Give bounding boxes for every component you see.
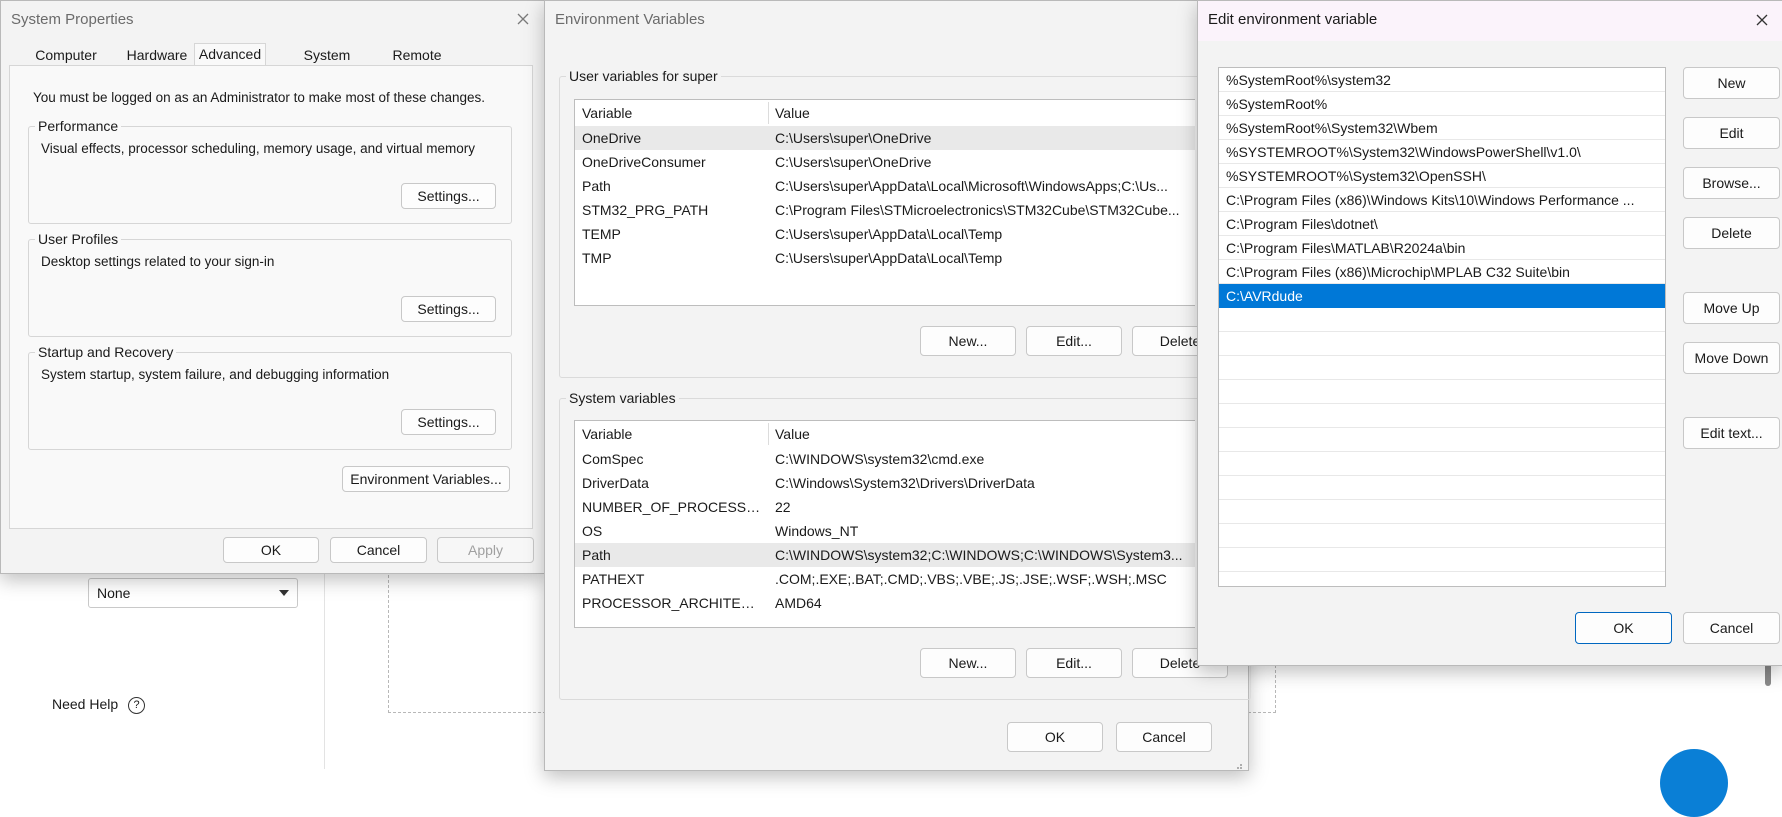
need-help-link[interactable]: Need Help ? <box>52 694 146 714</box>
list-item[interactable]: %SystemRoot%\system32 <box>1219 68 1665 92</box>
system-properties-window: System Properties Computer Name Hardware… <box>0 0 545 574</box>
header-separator <box>768 423 769 445</box>
tab-hardware[interactable]: Hardware <box>124 45 190 65</box>
table-row[interactable]: PROCESSOR_ARCHITECTU... AMD64 <box>575 591 1195 615</box>
performance-label: Performance <box>35 118 122 134</box>
list-item[interactable]: C:\Program Files (x86)\Microchip\MPLAB C… <box>1219 260 1665 284</box>
table-row[interactable]: Path C:\Users\super\AppData\Local\Microso… <box>575 174 1195 198</box>
table-row[interactable]: OneDriveConsumer C:\Users\super\OneDrive <box>575 150 1195 174</box>
browse-button[interactable]: Browse... <box>1683 167 1780 199</box>
list-item-selected[interactable]: C:\AVRdude <box>1219 284 1665 308</box>
table-row[interactable]: ComSpec C:\WINDOWS\system32\cmd.exe <box>575 447 1195 471</box>
edit-environment-variable-window: Edit environment variable %SystemRoot%\s… <box>1197 0 1782 666</box>
path-entries-list[interactable]: %SystemRoot%\system32 %SystemRoot% %Syst… <box>1218 67 1666 587</box>
startup-recovery-label: Startup and Recovery <box>35 344 177 360</box>
list-header: Variable Value <box>575 100 1195 126</box>
column-variable-header[interactable]: Variable <box>582 100 762 126</box>
move-down-button[interactable]: Move Down <box>1683 342 1780 374</box>
user-profiles-group: User Profiles Desktop settings related t… <box>28 231 512 337</box>
table-row[interactable]: OS Windows_NT <box>575 519 1195 543</box>
list-header: Variable Value <box>575 421 1195 447</box>
chevron-down-icon <box>279 590 289 596</box>
cancel-button[interactable]: Cancel <box>330 537 427 563</box>
new-button[interactable]: New <box>1683 67 1780 99</box>
background-divider <box>324 560 325 769</box>
ok-button[interactable]: OK <box>1007 722 1103 752</box>
help-icon: ? <box>128 696 146 714</box>
table-row[interactable]: Path C:\WINDOWS\system32;C:\WINDOWS;C:\WI… <box>575 543 1195 567</box>
table-row[interactable]: DriverData C:\Windows\System32\Drivers\Dr… <box>575 471 1195 495</box>
column-value-header[interactable]: Value <box>775 421 1175 447</box>
tab-system-protection[interactable]: System Protection <box>271 45 383 83</box>
table-row[interactable]: OneDrive C:\Users\super\OneDrive <box>575 126 1195 150</box>
resize-grip-icon[interactable] <box>1233 757 1243 769</box>
user-profiles-desc: Desktop settings related to your sign-in <box>41 254 275 269</box>
startup-recovery-settings-button[interactable]: Settings... <box>401 409 496 435</box>
column-value-header[interactable]: Value <box>775 100 1175 126</box>
window-title: Environment Variables <box>555 11 705 28</box>
list-item[interactable]: C:\Program Files\dotnet\ <box>1219 212 1665 236</box>
cancel-button[interactable]: Cancel <box>1116 722 1212 752</box>
table-row[interactable]: TMP C:\Users\super\AppData\Local\Temp <box>575 246 1195 270</box>
ok-button[interactable]: OK <box>223 537 319 563</box>
user-new-button[interactable]: New... <box>920 326 1016 356</box>
edit-text-button[interactable]: Edit text... <box>1683 417 1780 449</box>
performance-desc: Visual effects, processor scheduling, me… <box>41 141 475 156</box>
environment-variables-button[interactable]: Environment Variables... <box>342 466 510 492</box>
list-item[interactable]: %SystemRoot%\System32\Wbem <box>1219 116 1665 140</box>
need-help-label: Need Help <box>52 696 119 712</box>
close-icon[interactable] <box>515 11 531 27</box>
user-variables-group: User variables for super Variable Value … <box>559 68 1251 378</box>
dropdown-value: None <box>97 585 131 601</box>
close-icon[interactable] <box>1754 12 1770 28</box>
table-row[interactable]: PATHEXT .COM;.EXE;.BAT;.CMD;.VBS;.VBE;.JS… <box>575 567 1195 591</box>
tab-panel: You must be logged on as an Administrato… <box>9 65 533 529</box>
window-title: Edit environment variable <box>1208 11 1378 28</box>
table-row[interactable]: TEMP C:\Users\super\AppData\Local\Temp <box>575 222 1195 246</box>
background-fab[interactable] <box>1660 749 1728 817</box>
user-edit-button[interactable]: Edit... <box>1026 326 1122 356</box>
header-separator <box>768 102 769 124</box>
system-variables-label: System variables <box>566 390 679 406</box>
system-new-button[interactable]: New... <box>920 648 1016 678</box>
system-edit-button[interactable]: Edit... <box>1026 648 1122 678</box>
environment-variables-window: Environment Variables User variables for… <box>544 0 1251 771</box>
user-profiles-settings-button[interactable]: Settings... <box>401 296 496 322</box>
apply-button[interactable]: Apply <box>437 537 534 563</box>
list-item[interactable]: C:\Program Files (x86)\Windows Kits\10\W… <box>1219 188 1665 212</box>
startup-recovery-group: Startup and Recovery System startup, sys… <box>28 344 512 450</box>
cancel-button[interactable]: Cancel <box>1683 612 1780 644</box>
column-variable-header[interactable]: Variable <box>582 421 762 447</box>
table-row[interactable]: STM32_PRG_PATH C:\Program Files\STMicroel… <box>575 198 1195 222</box>
tab-advanced[interactable]: Advanced <box>194 43 266 66</box>
tab-computer-name[interactable]: Computer Name <box>15 45 117 83</box>
performance-group: Performance Visual effects, processor sc… <box>28 118 512 224</box>
edit-button[interactable]: Edit <box>1683 117 1780 149</box>
ok-button[interactable]: OK <box>1575 612 1672 644</box>
list-item[interactable]: %SYSTEMROOT%\System32\WindowsPowerShell\… <box>1219 140 1665 164</box>
performance-settings-button[interactable]: Settings... <box>401 183 496 209</box>
tab-remote[interactable]: Remote <box>389 45 445 65</box>
background-dropdown[interactable]: None <box>88 578 298 608</box>
user-profiles-label: User Profiles <box>35 231 122 247</box>
startup-recovery-desc: System startup, system failure, and debu… <box>41 367 390 382</box>
admin-note: You must be logged on as an Administrato… <box>33 90 486 105</box>
window-title: System Properties <box>11 11 134 28</box>
list-item[interactable]: %SystemRoot% <box>1219 92 1665 116</box>
list-item[interactable]: C:\Program Files\MATLAB\R2024a\bin <box>1219 236 1665 260</box>
system-variables-list[interactable]: Variable Value ComSpec C:\WINDOWS\system3… <box>574 420 1195 628</box>
delete-button[interactable]: Delete <box>1683 217 1780 249</box>
list-item[interactable]: %SYSTEMROOT%\System32\OpenSSH\ <box>1219 164 1665 188</box>
move-up-button[interactable]: Move Up <box>1683 292 1780 324</box>
user-variables-list[interactable]: Variable Value OneDrive C:\Users\super\On… <box>574 99 1195 306</box>
table-row[interactable]: NUMBER_OF_PROCESSORS 22 <box>575 495 1195 519</box>
system-variables-group: System variables Variable Value ComSpec C… <box>559 390 1251 700</box>
user-variables-label: User variables for super <box>566 68 721 84</box>
